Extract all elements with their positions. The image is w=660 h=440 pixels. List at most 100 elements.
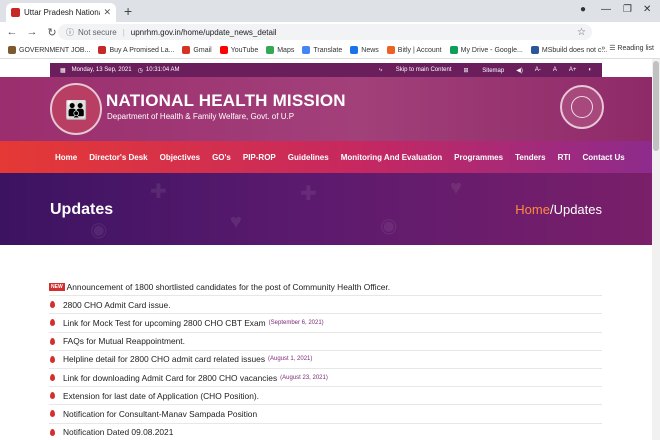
font-increase-button[interactable]: A+ <box>569 67 577 73</box>
drop-bullet-icon <box>50 428 55 436</box>
gmail-icon <box>182 46 191 54</box>
nhm-logo[interactable]: 👪 <box>50 83 102 135</box>
update-link-text[interactable]: Link for downloading Admit Card for 2800… <box>63 373 277 383</box>
skip-to-content-link[interactable]: ⤷ Skip to main Content <box>379 67 452 74</box>
bookmark-item[interactable]: Buy A Promised La... <box>98 46 174 54</box>
page-scrollbar[interactable] <box>652 59 660 440</box>
bookmark-item[interactable]: My Drive - Google... <box>449 46 523 54</box>
nav-tenders[interactable]: Tenders <box>515 153 546 162</box>
drop-bullet-icon <box>50 392 55 400</box>
close-tab-icon[interactable]: ✕ <box>103 7 111 18</box>
url-input[interactable]: ⓘ Not secure | upnrhm.gov.in/home/update… <box>58 24 592 40</box>
back-icon[interactable]: ← <box>4 26 20 38</box>
updates-list: NEW Announcement of 1800 shortlisted cand… <box>49 278 602 440</box>
drop-bullet-icon <box>50 410 55 418</box>
url-text: upnrhm.gov.in/home/update_news_detail <box>130 27 277 37</box>
nav-home[interactable]: Home <box>55 153 77 162</box>
site-header: 👪 NATIONAL HEALTH MISSION Department of … <box>0 77 652 141</box>
bookmarks-bar: GOVERNMENT JOB... Buy A Promised La... G… <box>0 42 660 59</box>
family-icon: 👪 <box>65 100 88 120</box>
update-link-text[interactable]: Link for Mock Test for upcoming 2800 CHO… <box>63 318 266 328</box>
maximize-icon[interactable]: ❐ <box>623 4 632 15</box>
contrast-icon[interactable]: ◐ <box>588 67 592 73</box>
forward-icon[interactable]: → <box>24 26 40 38</box>
nav-gos[interactable]: GO's <box>212 153 231 162</box>
youtube-icon <box>219 46 228 54</box>
bookmark-icon <box>98 46 107 54</box>
tab-title: Uttar Pradesh National Health M <box>24 8 100 17</box>
update-item[interactable]: Extension for last date of Application (… <box>49 387 602 406</box>
drop-bullet-icon <box>50 374 55 382</box>
page-banner: ✚ ♥ ✚ ◉ ♥ ◉ Updates Home/Updates <box>0 173 652 245</box>
update-item[interactable]: FAQs for Mutual Reappointment. <box>49 333 602 351</box>
bookmark-item[interactable]: Maps <box>266 46 294 54</box>
update-link-text[interactable]: Announcement of 1800 shortlisted candida… <box>67 282 390 292</box>
update-link-text[interactable]: FAQs for Mutual Reappointment. <box>63 336 185 346</box>
nav-monitoring[interactable]: Monitoring And Evaluation <box>341 153 442 162</box>
browser-tabstrip: Uttar Pradesh National Health M ✕ + ● — … <box>0 0 660 22</box>
drop-bullet-icon <box>50 355 55 363</box>
font-normal-button[interactable]: A <box>553 67 557 73</box>
main-navigation: Home Director's Desk Objectives GO's PIP… <box>0 141 652 173</box>
bitly-icon <box>386 46 395 54</box>
bookmark-item[interactable]: YouTube <box>219 46 258 54</box>
drop-bullet-icon <box>50 337 55 345</box>
updates-content: NEW Announcement of 1800 shortlisted cand… <box>0 245 652 440</box>
brand-title: NATIONAL HEALTH MISSION <box>106 91 346 110</box>
bookmark-icon <box>530 46 539 54</box>
new-tab-button[interactable]: + <box>124 3 132 19</box>
update-item[interactable]: NEW Announcement of 1800 shortlisted cand… <box>49 278 602 297</box>
close-window-icon[interactable]: ✕ <box>643 4 651 15</box>
drop-bullet-icon <box>50 301 55 309</box>
breadcrumb-home-link[interactable]: Home <box>515 202 550 217</box>
maps-icon <box>266 46 275 54</box>
page-title: Updates <box>50 201 114 218</box>
current-date: Monday, 13 Sep, 2021 <box>71 67 132 73</box>
info-icon[interactable]: ⓘ <box>66 27 74 38</box>
top-utility-bar: ▦ Monday, 13 Sep, 2021 ◷ 10:31:04 AM ⤷ S… <box>50 63 602 77</box>
bookmark-item[interactable]: Gmail <box>182 46 212 54</box>
speaker-icon[interactable]: ◀) <box>516 67 523 74</box>
update-link-text[interactable]: Notification Dated 09.08.2021 <box>63 427 173 437</box>
nav-objectives[interactable]: Objectives <box>160 153 200 162</box>
bookmark-item[interactable]: GOVERNMENT JOB... <box>8 46 90 54</box>
update-item[interactable]: Notification Dated 09.08.2021 <box>49 424 602 440</box>
scrollbar-thumb[interactable] <box>653 61 659 151</box>
browser-tab[interactable]: Uttar Pradesh National Health M ✕ <box>6 3 116 22</box>
sitemap-link[interactable]: ⊞ Sitemap <box>464 67 505 74</box>
nav-contact-us[interactable]: Contact Us <box>583 153 625 162</box>
bookmark-item[interactable]: Bitly | Account <box>386 46 442 54</box>
drop-bullet-icon <box>50 319 55 327</box>
nav-rti[interactable]: RTI <box>558 153 571 162</box>
bookmark-icon <box>8 46 16 54</box>
bookmark-star-icon[interactable]: ☆ <box>577 27 586 38</box>
update-item[interactable]: Helpline detail for 2800 CHO admit card … <box>49 351 602 369</box>
update-item[interactable]: 2800 CHO Admit Card issue. <box>49 296 602 315</box>
profile-icon[interactable]: ● <box>580 4 586 15</box>
bookmark-item[interactable]: News <box>350 46 379 54</box>
security-label: Not secure <box>78 27 117 37</box>
translate-icon <box>302 46 311 54</box>
nav-pip-rop[interactable]: PIP-ROP <box>243 153 276 162</box>
nav-directors-desk[interactable]: Director's Desk <box>89 153 147 162</box>
breadcrumb-current: Updates <box>553 202 602 217</box>
update-item[interactable]: Link for Mock Test for upcoming 2800 CHO… <box>49 314 602 333</box>
nav-programmes[interactable]: Programmes <box>454 153 503 162</box>
breadcrumb: Home/Updates <box>515 202 602 217</box>
brand-subtitle: Department of Health & Family Welfare, G… <box>107 112 295 121</box>
bookmark-item[interactable]: Translate <box>302 46 342 54</box>
update-item[interactable]: Link for downloading Admit Card for 2800… <box>49 369 602 388</box>
update-link-text[interactable]: Extension for last date of Application (… <box>63 391 259 401</box>
nav-guidelines[interactable]: Guidelines <box>288 153 329 162</box>
update-date: (September 6, 2021) <box>268 319 324 326</box>
update-link-text[interactable]: Notification for Consultant-Manav Sampad… <box>63 409 257 419</box>
update-link-text[interactable]: Helpline detail for 2800 CHO admit card … <box>63 354 265 364</box>
update-link-text[interactable]: 2800 CHO Admit Card issue. <box>63 300 171 310</box>
font-decrease-button[interactable]: A- <box>535 67 541 73</box>
site-favicon-icon <box>11 8 20 17</box>
clock-icon: ◷ <box>137 67 143 74</box>
bookmark-item[interactable]: MSbuild does not c... <box>530 46 607 54</box>
reading-list-button[interactable]: » ☰ Reading list <box>601 44 654 52</box>
update-item[interactable]: Notification for Consultant-Manav Sampad… <box>49 405 602 424</box>
minimize-icon[interactable]: — <box>601 4 611 15</box>
